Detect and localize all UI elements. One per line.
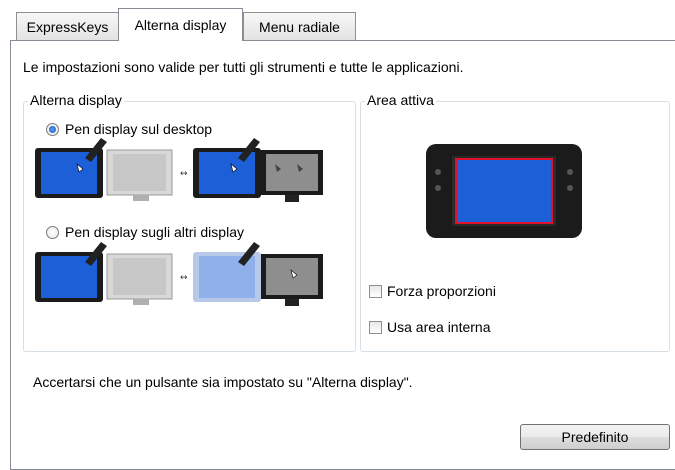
radio-pen-display-desktop[interactable]: Pen display sul desktop: [46, 121, 212, 137]
default-button[interactable]: Predefinito: [520, 424, 670, 450]
desktop-mode-illustration: ↔: [35, 138, 323, 202]
tab-alterna-display[interactable]: Alterna display: [118, 8, 243, 41]
radio-label: Pen display sul desktop: [65, 121, 213, 137]
radio-button-unselected[interactable]: [46, 225, 59, 239]
checkbox-label: Usa area interna: [387, 319, 491, 335]
toggle-display-group-title: Alterna display: [28, 92, 124, 108]
checkbox[interactable]: [369, 320, 382, 334]
checkbox-usa-area-interna[interactable]: Usa area interna: [369, 319, 491, 335]
tablet-active-area-icon: [426, 144, 582, 238]
tab-strip: ExpressKeys Alterna display Menu radiale: [0, 0, 675, 41]
radio-label: Pen display sugli altri display: [65, 224, 244, 240]
other-display-mode-illustration: ↔: [35, 242, 323, 306]
radio-button-selected[interactable]: [46, 122, 59, 136]
radio-pen-display-other[interactable]: Pen display sugli altri display: [46, 224, 244, 240]
checkbox-label: Forza proporzioni: [387, 283, 496, 299]
checkbox-forza-proporzioni[interactable]: Forza proporzioni: [369, 283, 496, 299]
tab-expresskeys[interactable]: ExpressKeys: [16, 12, 119, 40]
active-area-group-title: Area attiva: [365, 92, 436, 108]
info-text: Le impostazioni sono valide per tutti gl…: [23, 59, 464, 75]
note-text: Accertarsi che un pulsante sia impostato…: [33, 374, 413, 390]
svg-text:↔: ↔: [180, 169, 188, 179]
tab-menu-radiale[interactable]: Menu radiale: [243, 12, 356, 40]
svg-text:↔: ↔: [180, 273, 188, 283]
checkbox[interactable]: [369, 284, 382, 298]
